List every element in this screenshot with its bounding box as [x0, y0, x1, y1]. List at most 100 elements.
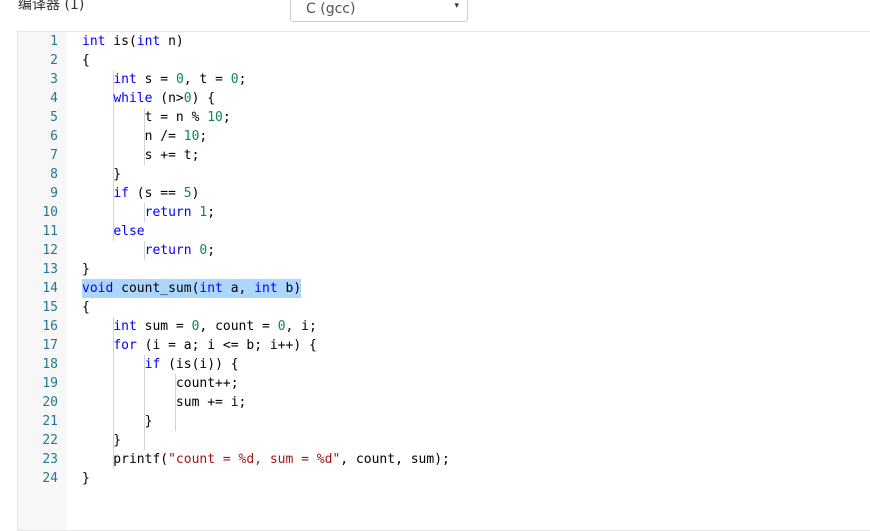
code-token: , count, sum);: [340, 452, 450, 467]
code-token: 0: [277, 319, 286, 334]
code-text: int is(int n): [82, 32, 184, 51]
code-text: }: [82, 412, 153, 431]
code-text: return 0;: [82, 241, 215, 260]
line-number: 8: [50, 167, 58, 182]
code-text: count++;: [82, 374, 239, 393]
line-number: 23: [42, 452, 58, 467]
code-token: n /=: [82, 129, 184, 144]
code-text: n /= 10;: [82, 127, 208, 146]
code-text: for (i = a; i <= b; i++) {: [82, 336, 317, 355]
code-token: for: [113, 338, 137, 353]
code-token: , t =: [183, 72, 231, 87]
line-number: 17: [42, 338, 58, 353]
code-text: }: [82, 469, 90, 488]
line-number: 3: [50, 72, 58, 87]
code-token: while: [113, 91, 153, 106]
line-number: 1: [50, 34, 58, 49]
code-text: }: [82, 431, 121, 450]
code-token: , i;: [285, 319, 317, 334]
code-token: 0: [183, 91, 192, 106]
code-token: }: [82, 433, 122, 448]
code-token: if: [144, 357, 161, 372]
code-token: ;: [238, 72, 247, 87]
code-text: printf("count = %d, sum = %d", count, su…: [82, 450, 450, 469]
code-token: 10: [183, 129, 200, 144]
code-text: while (n>0) {: [82, 89, 215, 108]
code-token: b): [277, 281, 302, 296]
line-number: 2: [50, 53, 58, 68]
code-token: s += t;: [82, 148, 200, 163]
line-number: 4: [50, 91, 58, 106]
code-token: int: [113, 319, 137, 334]
code-token: 5: [183, 186, 192, 201]
code-text: if (s == 5): [82, 184, 199, 203]
line-number: 9: [50, 186, 58, 201]
line-number: 24: [42, 471, 58, 486]
code-token: , count =: [199, 319, 278, 334]
code-text: {: [82, 298, 90, 317]
code-token: if: [113, 186, 129, 201]
language-select-value: C (gcc): [306, 1, 356, 17]
line-number: 16: [42, 319, 58, 334]
code-token: ): [191, 186, 200, 201]
line-number: 18: [42, 357, 58, 372]
code-token: 0: [175, 72, 184, 87]
code-text: }: [82, 260, 90, 279]
code-token: (n>: [152, 91, 184, 106]
code-token: int: [199, 281, 223, 296]
code-text: int sum = 0, count = 0, i;: [82, 317, 317, 336]
code-token: ;: [199, 129, 208, 144]
chevron-down-icon: ▾: [454, 1, 459, 11]
code-token: (i = a; i <= b; i++) {: [136, 338, 317, 353]
code-token: is(: [105, 34, 137, 49]
line-number: 7: [50, 148, 58, 163]
code-token: n): [160, 34, 184, 49]
selected-code-text: void count_sum(int a, int b): [82, 279, 302, 298]
language-select[interactable]: C (gcc) ▾: [290, 0, 468, 22]
code-token: ;: [222, 110, 231, 125]
code-text: if (is(i)) {: [82, 355, 239, 374]
line-number: 5: [50, 110, 58, 125]
code-text: sum += i;: [82, 393, 246, 412]
code-token: }: [82, 167, 122, 182]
code-area[interactable]: int is(int n){ int s = 0, t = 0; while (…: [66, 32, 870, 530]
code-token: sum += i;: [82, 395, 247, 410]
editor-title: 编译器 (1): [18, 0, 85, 13]
code-token: void: [82, 281, 114, 296]
code-token: int: [136, 34, 161, 49]
code-editor[interactable]: 1 2 3 4 5 6 7 8 9 10 11 12 13 14 15 16 17 18 19 20 21 22 23 24 …: [17, 31, 870, 531]
code-text: return 1;: [82, 203, 215, 222]
line-number: 15: [42, 300, 58, 315]
code-token: (is(i)) {: [160, 357, 239, 372]
code-token: int: [254, 281, 278, 296]
line-number: 6: [50, 129, 58, 144]
code-token: t = n %: [82, 110, 208, 125]
code-text: t = n % 10;: [82, 108, 231, 127]
code-token: count_sum(: [113, 281, 200, 296]
code-token: 10: [207, 110, 223, 125]
code-text: int s = 0, t = 0;: [82, 70, 246, 89]
code-token: ;: [207, 205, 216, 220]
code-token: }: [82, 262, 90, 277]
code-token: return: [144, 243, 192, 258]
code-token: (s ==: [128, 186, 184, 201]
code-token: count++;: [82, 376, 239, 391]
code-token: return: [144, 205, 192, 220]
code-token: ) {: [191, 91, 216, 106]
code-token: "count = %d, sum = %d": [168, 452, 341, 467]
code-token: ;: [207, 243, 216, 258]
code-token: printf(: [82, 452, 169, 467]
code-token: 0: [230, 72, 239, 87]
code-token: int: [113, 72, 137, 87]
line-number: 14: [42, 281, 58, 296]
code-token: {: [82, 53, 90, 68]
line-number: 11: [42, 224, 58, 239]
